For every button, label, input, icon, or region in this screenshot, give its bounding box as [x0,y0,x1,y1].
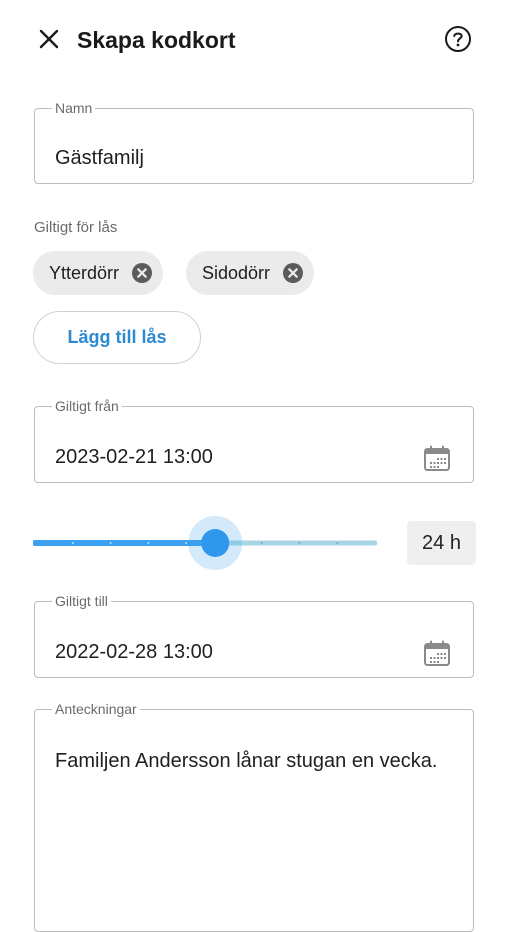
valid-from-field[interactable]: Giltigt från 2023-02-21 13:00 [34,399,474,483]
notes-label: Anteckningar [55,701,137,717]
valid-to-label: Giltigt till [55,593,108,609]
slider-thumb[interactable] [201,529,230,557]
name-field[interactable]: Namn Gästfamilj [34,101,474,184]
valid-from-value[interactable]: 2023-02-21 13:00 [55,446,213,469]
slider-tick [147,542,150,544]
calendar-icon[interactable] [423,445,451,473]
lock-chip-label: Ytterdörr [49,262,120,283]
slider-tick [336,542,339,544]
duration-slider[interactable] [33,515,377,571]
lock-chip-label: Sidodörr [202,262,271,283]
close-icon[interactable] [34,24,64,54]
notes-field[interactable]: Anteckningar Familjen Andersson lånar st… [34,702,474,932]
valid-to-field[interactable]: Giltigt till 2022-02-28 13:00 [34,594,474,678]
add-lock-button[interactable]: Lägg till lås [33,311,201,364]
locks-section-label: Giltigt för lås [34,219,118,236]
notes-value[interactable]: Familjen Andersson lånar stugan en vecka… [55,746,450,776]
duration-value: 24 h [407,521,476,565]
slider-tick [260,542,263,544]
help-circle-icon[interactable] [444,25,472,53]
lock-chip-ytterdorr: Ytterdörr [33,251,164,295]
slider-tick [298,542,301,544]
valid-from-label: Giltigt från [55,398,119,414]
slider-tick [185,542,188,544]
lock-chip-sidodorr: Sidodörr [186,251,315,295]
name-field-value[interactable]: Gästfamilj [55,147,144,170]
valid-to-value[interactable]: 2022-02-28 13:00 [55,641,213,664]
slider-tick [71,542,74,544]
cancel-circle-icon[interactable] [282,262,304,284]
name-field-label: Namn [55,100,93,116]
add-lock-button-label: Lägg till lås [67,327,167,347]
calendar-icon[interactable] [423,640,451,668]
page-title: Skapa kodkort [77,27,236,53]
cancel-circle-icon[interactable] [131,262,153,284]
slider-tick [109,542,112,544]
